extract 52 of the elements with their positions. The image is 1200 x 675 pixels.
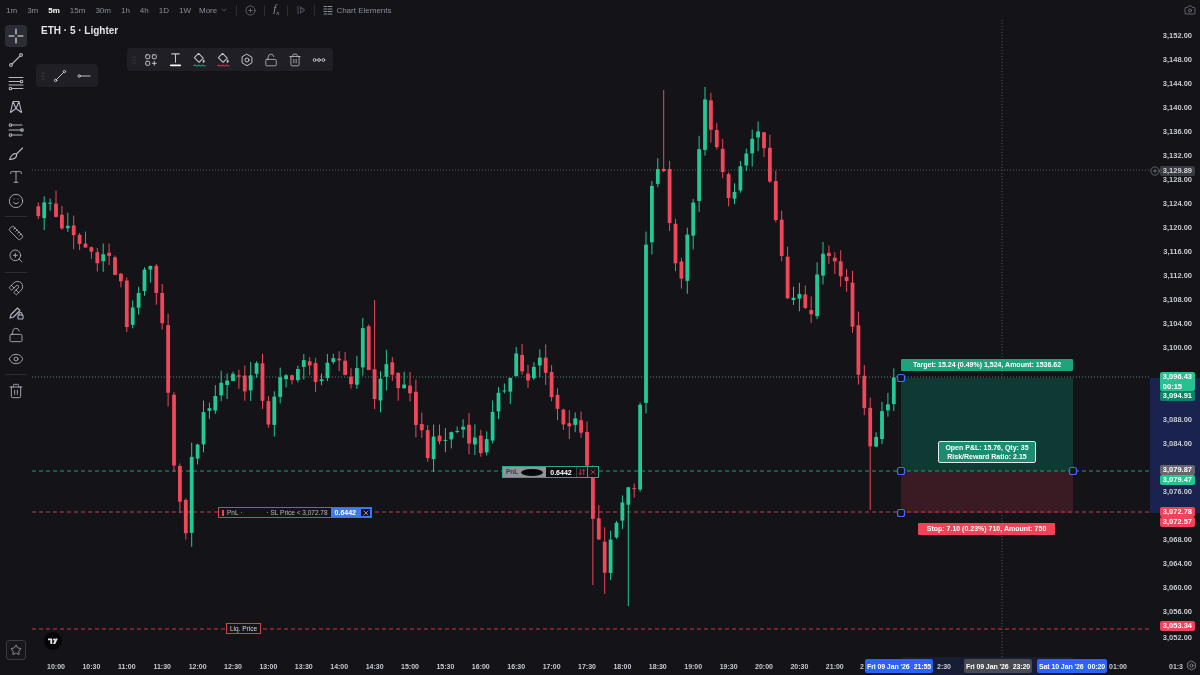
more-button[interactable]: More xyxy=(197,2,231,18)
list-icon xyxy=(323,5,334,15)
horizontal-lines-icon xyxy=(8,75,24,91)
camera-icon xyxy=(1184,4,1196,16)
play-bar-icon xyxy=(296,5,307,15)
chart-elements-button[interactable]: Chart Elements xyxy=(321,2,394,18)
brush-icon xyxy=(8,145,24,162)
timeframe-tab[interactable]: 30m xyxy=(91,2,115,18)
text-icon xyxy=(8,169,24,185)
axis-settings-button[interactable] xyxy=(1186,660,1197,671)
drag-handle[interactable] xyxy=(896,508,906,518)
line-icon xyxy=(8,51,24,68)
lock-icon xyxy=(264,52,278,67)
screenshot-button[interactable] xyxy=(1184,4,1196,16)
indicators-button[interactable]: f$_{x}$ xyxy=(271,2,282,18)
timeframe-tab[interactable]: 1W xyxy=(175,2,195,18)
settings-icon xyxy=(240,52,254,67)
zigzag-pattern-icon xyxy=(8,98,24,115)
star-icon xyxy=(10,644,22,656)
favorites-button[interactable] xyxy=(6,640,26,660)
line-icon xyxy=(53,68,67,83)
timeframe-tab[interactable]: 1m xyxy=(2,2,22,18)
drag-handle[interactable] xyxy=(896,466,906,476)
trash-icon xyxy=(8,382,24,399)
crosshair-tool-button[interactable] xyxy=(5,25,27,47)
symbol-title: ETH · 5 · Lighter xyxy=(41,25,119,36)
trash-icon xyxy=(288,52,302,67)
channel-lines-icon xyxy=(8,122,24,138)
drag-handle[interactable] xyxy=(896,373,906,383)
timeframe-tab[interactable]: 3m xyxy=(23,2,43,18)
crosshair-icon xyxy=(8,28,24,44)
timeframe-tab[interactable]: 1h xyxy=(116,2,134,18)
timeframe-tab[interactable]: 15m xyxy=(65,2,90,18)
lock-icon xyxy=(8,327,24,343)
smiley-icon xyxy=(8,192,24,209)
plus-circle-icon[interactable] xyxy=(1150,166,1160,176)
zoom-in-icon xyxy=(8,248,24,264)
drag-handle[interactable] xyxy=(1068,466,1078,476)
paint-bucket-icon xyxy=(191,52,207,67)
paint-bucket-icon xyxy=(215,52,231,67)
compare-button[interactable] xyxy=(243,2,259,18)
shapes-plus-icon xyxy=(144,52,158,67)
timeframe-tab[interactable]: 4h xyxy=(135,2,153,18)
timeframe-tab[interactable]: 5m xyxy=(44,2,64,18)
magnet-icon xyxy=(8,280,24,296)
plus-circle-icon xyxy=(245,4,257,16)
ruler-icon xyxy=(8,224,24,241)
chevron-down-icon xyxy=(220,6,229,14)
settings-icon xyxy=(1186,660,1197,671)
timeframe-tab[interactable]: 1D xyxy=(154,2,173,18)
logo-icon[interactable] xyxy=(44,632,62,650)
text-underline-icon xyxy=(167,52,183,67)
